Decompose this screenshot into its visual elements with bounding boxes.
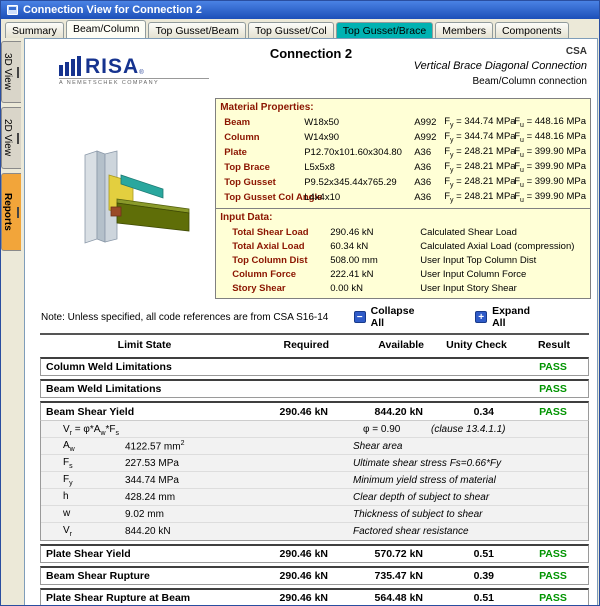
tab-top-gusset-brace[interactable]: Top Gusset/Brace: [335, 22, 434, 38]
tab-top-gusset-col[interactable]: Top Gusset/Col: [247, 22, 334, 38]
table-header-row: Limit State Required Available Unity Che…: [40, 333, 589, 354]
code-reference-note: Note: Unless specified, all code referen…: [41, 311, 329, 323]
detail-row-thickness: w 9.02 mm Thickness of subject to shear: [41, 506, 588, 523]
connection-type: Vertical Brace Diagonal Connection: [413, 60, 587, 72]
input-data-heading: Input Data:: [220, 212, 273, 223]
material-row-plate: Plate P12.70x101.60x304.80 A36 Fy = 248.…: [224, 146, 586, 159]
input-row-total-shear-load: Total Shear Load 290.46 kN Calculated Sh…: [232, 226, 517, 238]
material-row-top-gusset-col-angle: Top Gusset Col Angle L4x4x10 A36 Fy = 24…: [224, 191, 586, 204]
collapse-all-icon: −: [353, 311, 366, 323]
result-badge: PASS: [539, 405, 567, 418]
collapse-all-button[interactable]: − Collapse All: [353, 305, 429, 329]
view-3d-icon: [17, 66, 19, 78]
material-properties-box: Material Properties: Beam W18x50 A992 Fy…: [215, 98, 591, 209]
brand-tagline: A NEMETSCHEK COMPANY: [59, 78, 209, 86]
header-result: Result: [537, 339, 571, 351]
code-clause: (clause 13.4.1.1): [431, 424, 506, 435]
connection-tab-bar: Summary Beam/Column Top Gusset/Beam Top …: [1, 19, 599, 38]
formula-row: Vr = φ*Aw*Fs φ = 0.90 (clause 13.4.1.1): [41, 421, 588, 438]
limit-state-table: Limit State Required Available Unity Che…: [40, 333, 589, 605]
shear-yield-formula: Vr = φ*Aw*Fs: [63, 424, 120, 437]
detail-row-clear-depth: h 428.24 mm Clear depth of subject to sh…: [41, 489, 588, 506]
beam-graphic: [116, 198, 190, 231]
phi-factor: φ = 0.90: [363, 424, 401, 435]
side-tab-reports[interactable]: Reports: [1, 173, 21, 251]
material-row-column: Column W14x90 A992 Fy = 344.74 MPa Fu = …: [224, 131, 586, 144]
report-panel: Connection 2 CSA RISA ® A NEMETSCHEK COM…: [24, 38, 598, 605]
design-code-label: CSA: [565, 46, 587, 57]
header-unity-check: Unity Check: [446, 339, 507, 351]
connection-subtype: Beam/Column connection: [472, 76, 587, 87]
view-2d-icon: [17, 132, 19, 144]
beam-shear-yield-details: Vr = φ*Aw*Fs φ = 0.90 (clause 13.4.1.1) …: [40, 420, 589, 541]
input-row-total-axial-load: Total Axial Load 60.34 kN Calculated Axi…: [232, 240, 575, 252]
input-row-top-column-dist: Top Column Dist 508.00 mm User Input Top…: [232, 254, 537, 266]
detail-row-ultimate-shear-stress: Fs 227.53 MPa Ultimate shear stress Fs=0…: [41, 455, 588, 472]
tab-components[interactable]: Components: [494, 22, 569, 38]
side-tab-3d-view[interactable]: 3D View: [1, 41, 21, 103]
limit-row-plate-shear-yield[interactable]: Plate Shear Yield 290.46 kN 570.72 kN 0.…: [40, 544, 589, 563]
connection-view-window: Connection View for Connection 2 Summary…: [0, 0, 600, 606]
detail-row-factored-shear-resistance: Vr 844.20 kN Factored shear resistance: [63, 525, 469, 538]
result-badge: PASS: [539, 548, 567, 560]
window-titlebar[interactable]: Connection View for Connection 2: [1, 1, 599, 19]
input-row-column-force: Column Force 222.41 kN User Input Column…: [232, 268, 527, 280]
brand-name: RISA: [85, 55, 140, 78]
limit-row-column-weld-limitations[interactable]: Column Weld Limitations PASS: [40, 357, 589, 376]
input-row-story-shear: Story Shear 0.00 kN User Input Story She…: [232, 282, 517, 294]
connection-type-block: Vertical Brace Diagonal Connection Beam/…: [414, 60, 587, 87]
tab-top-gusset-beam[interactable]: Top Gusset/Beam: [148, 22, 246, 38]
view-mode-sidebar: 3D View 2D View Reports: [1, 38, 24, 605]
limit-row-beam-shear-yield[interactable]: Beam Shear Yield 290.46 kN 844.20 kN 0.3…: [40, 401, 589, 420]
registered-mark: ®: [139, 70, 144, 76]
reports-icon: [17, 206, 19, 218]
input-data-box: Input Data: Total Shear Load 290.46 kN C…: [215, 208, 591, 299]
header-limit-state: Limit State: [117, 339, 172, 351]
tab-members[interactable]: Members: [435, 22, 493, 38]
clip-angle-graphic: [110, 206, 122, 216]
result-badge: PASS: [539, 570, 567, 582]
result-badge: PASS: [539, 361, 567, 373]
result-badge: PASS: [539, 592, 567, 604]
side-tab-label: 2D View: [2, 119, 13, 157]
report-header: Connection 2 CSA RISA ® A NEMETSCHEK COM…: [31, 43, 591, 96]
app-icon: [7, 5, 18, 15]
limit-row-beam-shear-rupture[interactable]: Beam Shear Rupture 290.46 kN 735.47 kN 0…: [40, 566, 589, 585]
side-tab-label: Reports: [2, 193, 13, 231]
tab-beam-column[interactable]: Beam/Column: [65, 20, 147, 38]
result-badge: PASS: [539, 383, 567, 395]
side-tab-2d-view[interactable]: 2D View: [1, 107, 21, 169]
side-tab-label: 3D View: [2, 53, 13, 91]
material-row-top-brace: Top Brace L5x5x8 A36 Fy = 248.21 MPa Fu …: [224, 161, 586, 174]
connection-render: [84, 149, 190, 244]
limit-row-plate-shear-rupture-at-beam[interactable]: Plate Shear Rupture at Beam 290.46 kN 56…: [40, 588, 589, 605]
material-properties-heading: Material Properties:: [220, 102, 314, 113]
detail-row-yield-stress: Fy 344.74 MPa Minimum yield stress of ma…: [41, 472, 588, 489]
window-title: Connection View for Connection 2: [23, 4, 202, 16]
header-required: Required: [283, 339, 329, 351]
material-row-beam: Beam W18x50 A992 Fy = 344.74 MPa Fu = 44…: [224, 116, 586, 129]
limit-row-beam-weld-limitations[interactable]: Beam Weld Limitations PASS: [40, 379, 589, 398]
detail-row-shear-area: Aw 4122.57 mm2 Shear area: [41, 438, 588, 455]
risa-logo: RISA ® A NEMETSCHEK COMPANY: [59, 56, 209, 86]
tab-summary[interactable]: Summary: [5, 22, 64, 38]
material-row-top-gusset: Top Gusset P9.52x345.44x765.29 A36 Fy = …: [224, 176, 586, 189]
connection-3d-preview: [31, 98, 215, 299]
expand-all-button[interactable]: + Expand All: [475, 305, 545, 329]
expand-all-icon: +: [475, 311, 488, 323]
header-available: Available: [378, 339, 424, 351]
